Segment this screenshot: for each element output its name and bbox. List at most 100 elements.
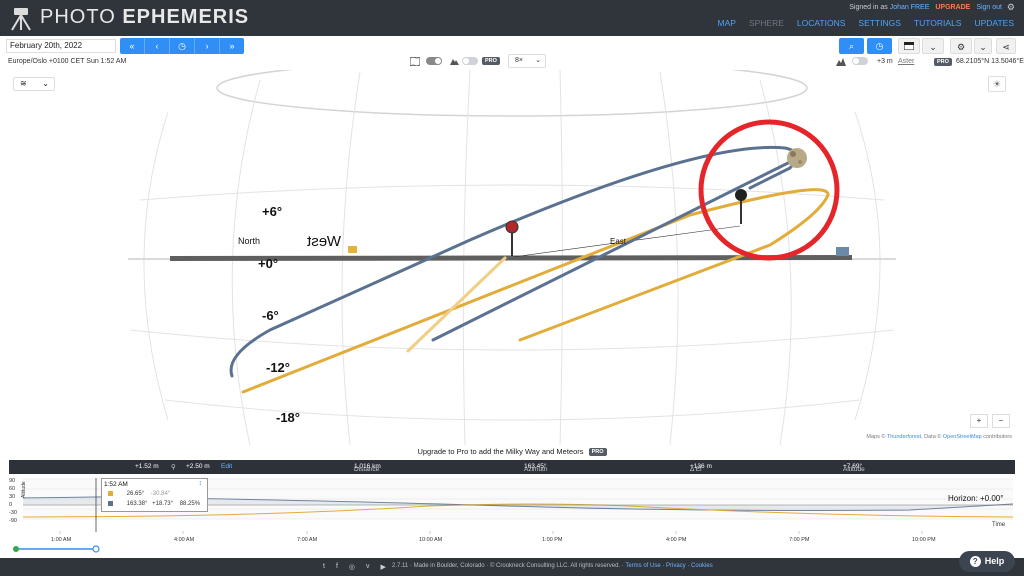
svg-text:1:00 AM: 1:00 AM xyxy=(51,537,72,543)
settings-gear-icon[interactable]: ⚙ xyxy=(950,38,972,54)
signed-in-prefix: Signed in as xyxy=(849,4,888,11)
app-title[interactable]: PHOTO EPHEMERIS xyxy=(40,6,249,29)
edit-link[interactable]: Edit xyxy=(221,463,232,470)
tooltip-time: 1:52 AM xyxy=(104,481,128,488)
upgrade-banner[interactable]: Upgrade to Pro to add the Milky Way and … xyxy=(0,447,1024,457)
terrain-toggle[interactable] xyxy=(462,57,478,65)
privacy-link[interactable]: Privacy xyxy=(666,563,686,569)
vimeo-icon[interactable]: v xyxy=(366,563,370,571)
light-bulb-icon[interactable]: ☀ xyxy=(988,76,1006,92)
alt-label-minus12: -12° xyxy=(266,360,290,375)
step-forward-day-button[interactable]: » xyxy=(220,38,244,54)
map-attribution: Maps © Thunderforest, Data © OpenStreetM… xyxy=(866,434,1012,440)
nav-map[interactable]: MAP xyxy=(718,18,736,28)
step-back-day-button[interactable]: « xyxy=(120,38,145,54)
pin-pair-icon: ⚲ xyxy=(171,464,176,471)
nav-locations[interactable]: LOCATIONS xyxy=(797,18,846,28)
azimuth-stat: Azimuth 163.45° xyxy=(524,463,548,473)
alt-label-minus6: -6° xyxy=(262,308,279,323)
nav-tutorials[interactable]: TUTORIALS xyxy=(914,18,962,28)
svg-text:90: 90 xyxy=(9,478,15,484)
share-icon[interactable]: ⋖ xyxy=(996,38,1016,54)
zoom-in-button[interactable]: + xyxy=(970,414,988,428)
cookies-link[interactable]: Cookies xyxy=(691,563,713,569)
magnification-select[interactable]: 8× ⌄ xyxy=(508,54,546,68)
compass-west: West xyxy=(306,233,341,250)
sign-out-link[interactable]: Sign out xyxy=(976,4,1002,11)
east-marker xyxy=(836,247,849,256)
footer-sep-1: · xyxy=(662,563,665,569)
subject-height: +2.50 m xyxy=(186,463,210,470)
svg-text:10:00 AM: 10:00 AM xyxy=(419,537,443,543)
west-marker xyxy=(348,246,357,253)
sphere-view[interactable]: +6° +0° -6° -12° -18° North West East xyxy=(0,70,1024,445)
svg-text:-90: -90 xyxy=(9,518,17,524)
panel-dropdown-button[interactable]: ⌄ xyxy=(922,38,944,54)
compass-north: North xyxy=(238,236,260,246)
copyright: 2.7.11 · Made in Boulder, Colorado · © C… xyxy=(392,563,713,569)
timeline-tooltip: 1:52 AM ↕ 26.65° -30.84° 163.38° +18.73°… xyxy=(101,478,208,512)
help-icon: ? xyxy=(969,556,981,567)
app-window: PHOTO EPHEMERIS Signed in as Johan FREE … xyxy=(0,0,1024,576)
alt-label-plus6: +6° xyxy=(262,204,282,219)
nav-sphere[interactable]: SPHERE xyxy=(749,18,784,28)
alt-label-zero: +0° xyxy=(258,256,278,271)
subject-pin[interactable] xyxy=(735,189,747,224)
pro-badge-2: PRO xyxy=(934,58,952,66)
osm-link[interactable]: OpenStreetMap xyxy=(943,434,982,440)
map-overlay-toggle[interactable] xyxy=(426,57,442,65)
svg-text:4:00 PM: 4:00 PM xyxy=(666,537,687,543)
thunderforest-link[interactable]: Thunderforest xyxy=(887,434,921,440)
alt-label-minus18: -18° xyxy=(276,410,300,425)
sun-altitude: -30.84° xyxy=(150,491,171,498)
brand-ephemeris: EPHEMERIS xyxy=(122,6,250,28)
elevation-toggle[interactable] xyxy=(852,57,868,65)
upgrade-link[interactable]: UPGRADE xyxy=(935,4,970,11)
mountain-icon xyxy=(450,59,459,65)
moon-azimuth: 163.38° xyxy=(126,501,148,508)
nav-updates[interactable]: UPDATES xyxy=(974,18,1014,28)
instagram-icon[interactable]: ◎ xyxy=(349,563,355,571)
now-clock-button[interactable]: ◷ xyxy=(170,38,195,54)
elevation-diff-stat: Δ El +136 m xyxy=(690,463,712,473)
top-bar: PHOTO EPHEMERIS Signed in as Johan FREE … xyxy=(0,0,1024,36)
observer-height: +1.52 m xyxy=(135,463,159,470)
attrib-data: , Data © xyxy=(921,434,942,440)
brand-photo: PHOTO xyxy=(40,6,116,28)
step-forward-button[interactable]: › xyxy=(195,38,220,54)
moon-icon[interactable] xyxy=(787,148,807,168)
step-back-button[interactable]: ‹ xyxy=(145,38,170,54)
date-field[interactable]: February 20th, 2022 xyxy=(6,39,116,53)
nav-settings[interactable]: SETTINGS xyxy=(858,18,901,28)
horizon-label: Horizon: +0.00° xyxy=(948,494,1004,503)
layers-button[interactable]: ≋ ⌄ xyxy=(13,77,55,91)
timezone-line: Europe/Oslo +0100 CET Sun 1:52 AM xyxy=(8,58,127,65)
aster-link[interactable]: Aster xyxy=(898,58,914,65)
search-button[interactable]: ⌕ xyxy=(839,38,864,54)
user-link[interactable]: Johan FREE xyxy=(890,4,930,11)
time-slider-handle[interactable] xyxy=(92,545,100,553)
panel-layout-button[interactable] xyxy=(898,38,920,54)
chevron-down-icon: ⌄ xyxy=(42,79,49,88)
distance-stat: Distance 1.016 km xyxy=(354,463,381,473)
geodetics-bar: +1.52 m ⚲ +2.50 m Edit Distance 1.016 km… xyxy=(9,460,1015,474)
terms-link[interactable]: Terms of Use xyxy=(625,563,660,569)
clock-button[interactable]: ◷ xyxy=(867,38,892,54)
facebook-icon[interactable]: f xyxy=(336,563,338,571)
observer-pin[interactable] xyxy=(505,220,519,256)
svg-text:60: 60 xyxy=(9,486,15,492)
zoom-out-button[interactable]: − xyxy=(992,414,1010,428)
altitude-axis-label: Altitude xyxy=(21,481,27,498)
youtube-icon[interactable]: ▶ xyxy=(381,563,386,571)
svg-text:7:00 PM: 7:00 PM xyxy=(789,537,810,543)
twitter-icon[interactable]: t xyxy=(323,563,325,571)
footer-sep-2: · xyxy=(687,563,690,569)
pin-tooltip-icon[interactable]: ↕ xyxy=(199,480,203,487)
map-icon xyxy=(410,57,420,66)
slider-start-icon[interactable] xyxy=(13,546,19,552)
svg-text:4:00 AM: 4:00 AM xyxy=(174,537,195,543)
help-button[interactable]: ? Help xyxy=(959,551,1015,572)
account-gear-icon[interactable]: ⚙ xyxy=(1007,2,1015,13)
settings-dropdown-button[interactable]: ⌄ xyxy=(974,38,992,54)
tripod-logo-icon[interactable] xyxy=(6,4,36,32)
